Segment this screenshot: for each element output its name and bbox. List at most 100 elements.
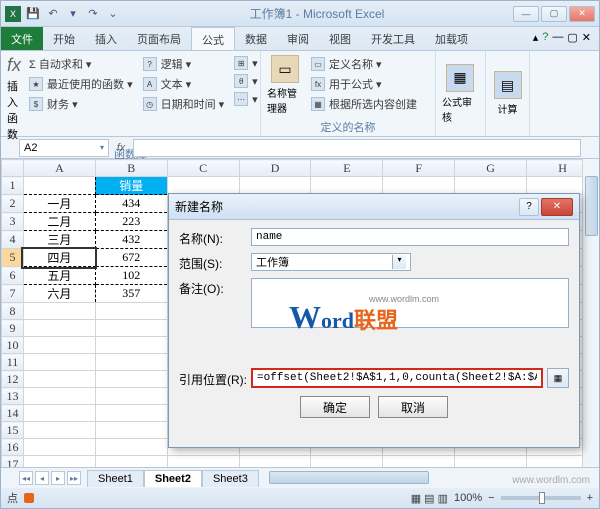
zoom-in-icon[interactable]: + (587, 492, 593, 504)
cell[interactable]: 357 (95, 285, 167, 303)
row-header[interactable]: 8 (2, 303, 24, 320)
recent-fn-button[interactable]: ★最近使用的函数 ▾ (27, 75, 135, 93)
sheet-tab[interactable]: Sheet3 (202, 470, 259, 487)
cell[interactable]: 432 (95, 231, 167, 249)
col-header[interactable]: B (95, 160, 167, 177)
record-macro-icon[interactable] (24, 493, 34, 503)
use-in-formula-button[interactable]: fx用于公式 ▾ (309, 75, 419, 93)
name-manager-button[interactable]: ▭ 名称管理器 (265, 53, 305, 117)
tab-layout[interactable]: 页面布局 (127, 27, 191, 50)
zoom-knob[interactable] (539, 492, 545, 504)
create-from-selection-button[interactable]: ▦根据所选内容创建 (309, 95, 419, 113)
row-header[interactable]: 6 (2, 267, 24, 285)
undo-icon[interactable]: ↶ (45, 6, 61, 22)
workbook-max-icon[interactable]: ▢ (567, 31, 577, 46)
dialog-close-button[interactable]: ✕ (541, 198, 573, 216)
sheet-tab[interactable]: Sheet1 (87, 470, 144, 487)
lookup-button[interactable]: ⊞▾ (232, 55, 260, 71)
cell[interactable]: 二月 (23, 213, 95, 231)
help-icon[interactable]: ? (542, 31, 548, 46)
cell[interactable]: 223 (95, 213, 167, 231)
insert-function-button[interactable]: fx 插入函数 (5, 53, 23, 144)
scrollbar-thumb[interactable] (269, 471, 429, 484)
select-all-corner[interactable] (2, 160, 24, 177)
qat-dropdown-icon[interactable]: ▾ (65, 6, 81, 22)
cell-selected[interactable]: 四月 (23, 249, 95, 267)
zoom-out-icon[interactable]: − (488, 492, 494, 504)
formula-audit-button[interactable]: ▦公式审核 (440, 53, 480, 134)
ref-input[interactable] (251, 368, 543, 388)
cell[interactable]: 六月 (23, 285, 95, 303)
view-buttons[interactable]: ▦ ▤ ▥ (411, 492, 448, 505)
sheet-tab[interactable]: Sheet2 (144, 470, 202, 487)
tab-insert[interactable]: 插入 (85, 27, 127, 50)
dropdown-arrow-icon[interactable]: ▾ (392, 255, 406, 269)
minimize-button[interactable]: — (513, 6, 539, 22)
scope-select[interactable]: 工作簿 ▾ (251, 253, 411, 271)
calculation-button[interactable]: ▤计算 (490, 53, 525, 134)
row-header[interactable]: 9 (2, 320, 24, 337)
name-box[interactable]: A2 ▾ (19, 139, 109, 157)
tab-review[interactable]: 审阅 (277, 27, 319, 50)
row-header[interactable]: 1 (2, 177, 24, 195)
row-header[interactable]: 10 (2, 337, 24, 354)
row-header[interactable]: 11 (2, 354, 24, 371)
zoom-level[interactable]: 100% (454, 492, 482, 504)
ok-button[interactable]: 确定 (300, 396, 370, 418)
col-header[interactable]: C (167, 160, 239, 177)
more-fn-button[interactable]: ⋯▾ (232, 91, 260, 107)
row-header[interactable]: 5 (2, 249, 24, 267)
row-header[interactable]: 3 (2, 213, 24, 231)
logical-button[interactable]: ?逻辑 ▾ (141, 55, 227, 73)
tab-file[interactable]: 文件 (1, 27, 43, 50)
col-header[interactable]: G (455, 160, 527, 177)
row-header[interactable]: 4 (2, 231, 24, 249)
tab-formula[interactable]: 公式 (191, 27, 235, 50)
col-header[interactable]: A (23, 160, 95, 177)
sheet-last-icon[interactable]: ▸▸ (67, 471, 81, 485)
row-header[interactable]: 13 (2, 388, 24, 405)
workbook-close-icon[interactable]: ✕ (582, 31, 591, 46)
cancel-button[interactable]: 取消 (378, 396, 448, 418)
name-input[interactable] (251, 228, 569, 246)
save-icon[interactable]: 💾 (25, 6, 41, 22)
sheet-prev-icon[interactable]: ◂ (35, 471, 49, 485)
workbook-min-icon[interactable]: — (552, 31, 563, 46)
dialog-titlebar[interactable]: 新建名称 ? ✕ (169, 194, 579, 220)
dialog-help-button[interactable]: ? (519, 198, 539, 216)
row-header[interactable]: 12 (2, 371, 24, 388)
row-header[interactable]: 7 (2, 285, 24, 303)
col-header[interactable]: D (239, 160, 311, 177)
text-button[interactable]: A文本 ▾ (141, 75, 227, 93)
define-name-button[interactable]: ▭定义名称 ▾ (309, 55, 419, 73)
tab-dev[interactable]: 开发工具 (361, 27, 425, 50)
col-header[interactable]: E (311, 160, 383, 177)
tab-data[interactable]: 数据 (235, 27, 277, 50)
cell[interactable]: 一月 (23, 195, 95, 213)
cell[interactable]: 672 (95, 249, 167, 267)
cell[interactable]: 五月 (23, 267, 95, 285)
fx-button-icon[interactable]: fx (109, 142, 133, 154)
sheet-next-icon[interactable]: ▸ (51, 471, 65, 485)
row-header[interactable]: 15 (2, 422, 24, 439)
vertical-scrollbar[interactable] (582, 159, 599, 467)
col-header[interactable]: F (383, 160, 455, 177)
cell[interactable]: 434 (95, 195, 167, 213)
ref-collapse-button[interactable]: ▦ (547, 368, 569, 388)
cell-b1[interactable]: 销量 (95, 177, 167, 195)
datetime-button[interactable]: ◷日期和时间 ▾ (141, 95, 227, 113)
close-button[interactable]: ✕ (569, 6, 595, 22)
autosum-button[interactable]: Σ 自动求和 ▾ (27, 55, 135, 73)
redo-icon[interactable]: ↷ (85, 6, 101, 22)
math-button[interactable]: θ▾ (232, 73, 260, 89)
tab-home[interactable]: 开始 (43, 27, 85, 50)
cell[interactable]: 102 (95, 267, 167, 285)
row-header[interactable]: 17 (2, 456, 24, 468)
zoom-slider[interactable] (501, 496, 581, 500)
qat-more-icon[interactable]: ⌄ (105, 6, 121, 22)
scrollbar-thumb[interactable] (585, 176, 598, 236)
tab-view[interactable]: 视图 (319, 27, 361, 50)
cell[interactable]: 三月 (23, 231, 95, 249)
tab-addin[interactable]: 加载项 (425, 27, 478, 50)
name-box-arrow-icon[interactable]: ▾ (100, 143, 104, 152)
